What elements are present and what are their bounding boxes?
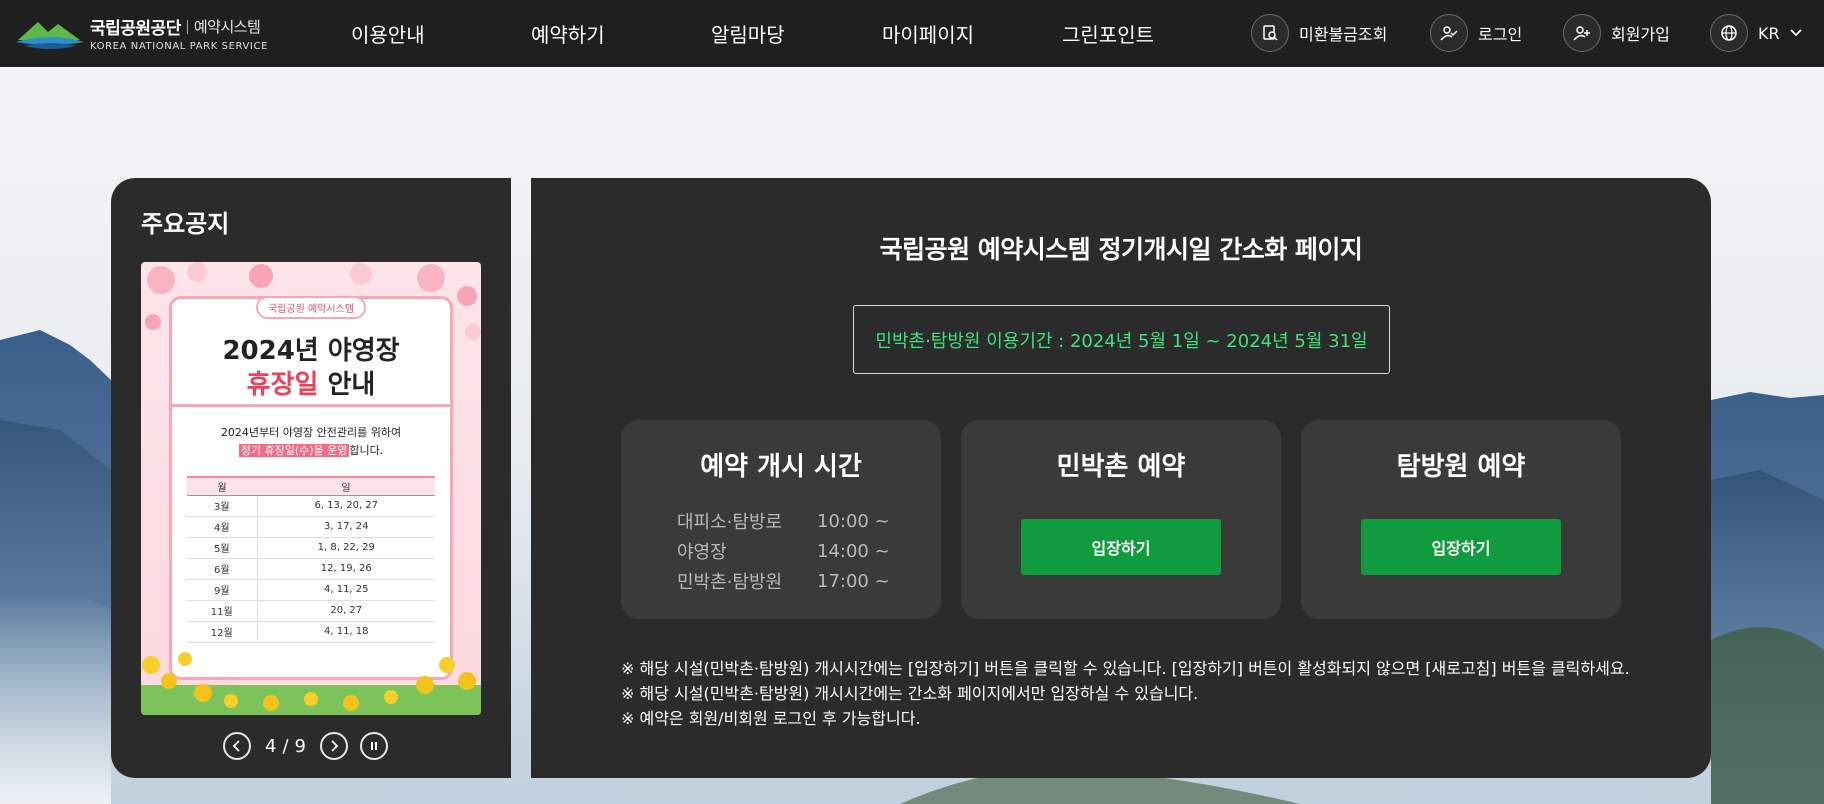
notice-title: 주요공지	[141, 210, 230, 238]
minbakchon-title: 민박촌 예약	[1056, 452, 1186, 482]
login-label: 로그인	[1478, 25, 1523, 44]
menu-green-point[interactable]: 그린포인트	[1062, 19, 1154, 48]
table-row: 6월 12, 19, 26	[187, 558, 435, 580]
table-header-day: 일	[257, 476, 435, 496]
table-cell-month: 4월	[187, 516, 258, 538]
login-link[interactable]: 로그인	[1430, 14, 1522, 52]
open-time: 10:00 ~	[817, 510, 890, 532]
usage-period-box: 민박촌·탐방원 이용기간 : 2024년 5월 1일 ~ 2024년 5월 31…	[853, 305, 1390, 374]
search-document-icon	[1251, 14, 1289, 52]
notice-pager: 4/9	[223, 732, 388, 760]
poster-paragraph-1: 2024년부터 야영장 안전관리를 위하여	[220, 426, 402, 439]
prev-button[interactable]	[223, 732, 251, 760]
table-cell-days: 6, 13, 20, 27	[257, 495, 435, 517]
menu-reservation[interactable]: 예약하기	[531, 19, 605, 48]
table-cell-days: 4, 11, 25	[257, 579, 435, 601]
language-selector[interactable]: KR	[1710, 14, 1802, 52]
table-cell-month: 11월	[187, 600, 258, 622]
list-item: 야영장 14:00 ~	[677, 536, 890, 566]
menu-usage-guide[interactable]: 이용안내	[351, 19, 425, 48]
table-cell-month: 5월	[187, 537, 258, 559]
globe-icon	[1710, 14, 1748, 52]
page-separator: /	[282, 735, 289, 757]
table-row: 5월 1, 8, 22, 29	[187, 537, 435, 559]
note-item: ※ 해당 시설(민박촌·탐방원) 개시시간에는 [입장하기] 버튼을 클릭할 수…	[621, 659, 1630, 678]
closure-day-table: 월 일 3월 6, 13, 20, 27 4월 3, 17, 24 5월 1, 8, …	[187, 476, 435, 643]
open-time: 14:00 ~	[817, 540, 890, 562]
poster-paragraph-2: 정기 휴장일(수)을 운영 합니다.	[141, 442, 481, 458]
logo-system-name: 예약시스템	[193, 18, 261, 36]
table-cell-month: 6월	[187, 558, 258, 580]
table-cell-days: 1, 8, 22, 29	[257, 537, 435, 559]
poster-paragraph-highlight: 정기 휴장일(수)을 운영	[238, 444, 350, 457]
table-cell-days: 3, 17, 24	[257, 516, 435, 538]
poster-headline-2: 휴장일 안내	[141, 364, 481, 401]
poster-headline-highlight: 휴장일	[246, 370, 319, 400]
current-page: 4	[265, 735, 277, 757]
chevron-left-icon	[232, 740, 240, 752]
poster-badge: 국립공원 예약시스템	[256, 296, 366, 319]
total-pages: 9	[294, 735, 306, 757]
poster-headline-1: 2024년 야영장	[222, 336, 400, 366]
pause-button[interactable]	[359, 732, 388, 760]
logo-divider	[186, 19, 188, 34]
table-cell-month: 9월	[187, 579, 258, 601]
facility-name: 대피소·탐방로	[677, 512, 783, 533]
table-row: 3월 6, 13, 20, 27	[187, 495, 435, 517]
open-time-list: 대피소·탐방로 10:00 ~ 야영장 14:00 ~ 민박촌·탐방원 17:0…	[677, 506, 890, 596]
table-cell-days: 20, 27	[257, 600, 435, 622]
pause-icon	[370, 742, 377, 750]
chevron-down-icon	[1789, 29, 1802, 37]
table-row: 9월 4, 11, 25	[187, 579, 435, 601]
flower-field-decoration	[141, 652, 481, 715]
logo-english-name: KOREA NATIONAL PARK SERVICE	[90, 41, 268, 52]
usage-notes: ※ 해당 시설(민박촌·탐방원) 개시시간에는 [입장하기] 버튼을 클릭할 수…	[621, 656, 1630, 731]
logo-name: 국립공원공단	[90, 19, 181, 39]
page-title: 국립공원 예약시스템 정기개시일 간소화 페이지	[879, 235, 1363, 264]
note-item: ※ 예약은 회원/비회원 로그인 후 가능합니다.	[621, 709, 921, 728]
open-time: 17:00 ~	[817, 570, 890, 592]
language-label: KR	[1758, 23, 1780, 43]
minbakchon-card: 민박촌 예약 입장하기	[961, 420, 1281, 619]
table-cell-month: 3월	[187, 495, 258, 517]
page-indicator: 4/9	[265, 736, 306, 757]
refund-lookup-label: 미환불금조회	[1299, 25, 1388, 44]
user-plus-icon	[1563, 14, 1601, 52]
chevron-right-icon	[331, 740, 339, 752]
table-row: 11월 20, 27	[187, 600, 435, 622]
signup-link[interactable]: 회원가입	[1563, 14, 1670, 52]
facility-name: 민박촌·탐방원	[677, 572, 783, 593]
open-time-title: 예약 개시 시간	[700, 452, 862, 482]
table-cell-days: 12, 19, 26	[257, 558, 435, 580]
note-item: ※ 해당 시설(민박촌·탐방원) 개시시간에는 간소화 페이지에서만 입장하실 …	[621, 684, 1199, 703]
table-header-month: 월	[187, 476, 257, 496]
list-item: 민박촌·탐방원 17:00 ~	[677, 566, 890, 596]
list-item: 대피소·탐방로 10:00 ~	[677, 506, 890, 536]
tambangwon-enter-button[interactable]: 입장하기	[1361, 519, 1561, 575]
refund-lookup-link[interactable]: 미환불금조회	[1251, 14, 1387, 52]
park-logo-icon	[16, 22, 84, 49]
menu-notice-board[interactable]: 알림마당	[711, 19, 785, 48]
menu-my-page[interactable]: 마이페이지	[882, 19, 974, 48]
notice-poster[interactable]: 국립공원 예약시스템 2024년 야영장 휴장일 안내 2024년부터 야영장 …	[141, 262, 481, 715]
next-button[interactable]	[319, 732, 348, 760]
user-check-icon	[1430, 14, 1468, 52]
top-navigation-bar: 국립공원공단 예약시스템 KOREA NATIONAL PARK SERVICE…	[0, 0, 1824, 67]
poster-paragraph-rest: 합니다.	[349, 444, 384, 457]
poster-divider	[169, 404, 453, 407]
tambangwon-title: 탐방원 예약	[1396, 452, 1526, 482]
major-notice-panel: 주요공지 국립공원 예약시스템 2024년 야영장 휴장일 안내 2024년부터…	[111, 178, 511, 778]
site-logo[interactable]: 국립공원공단 예약시스템 KOREA NATIONAL PARK SERVICE	[14, 12, 268, 54]
facility-name: 야영장	[677, 542, 727, 563]
minbakchon-enter-button[interactable]: 입장하기	[1021, 519, 1221, 575]
simplified-reservation-panel: 국립공원 예약시스템 정기개시일 간소화 페이지 민박촌·탐방원 이용기간 : …	[531, 178, 1711, 778]
poster-headline-rest: 안내	[318, 370, 376, 400]
open-time-card: 예약 개시 시간 대피소·탐방로 10:00 ~ 야영장 14:00 ~ 민박촌…	[621, 420, 941, 619]
tambangwon-card: 탐방원 예약 입장하기	[1301, 420, 1621, 619]
signup-label: 회원가입	[1611, 25, 1670, 44]
table-row: 4월 3, 17, 24	[187, 516, 435, 538]
